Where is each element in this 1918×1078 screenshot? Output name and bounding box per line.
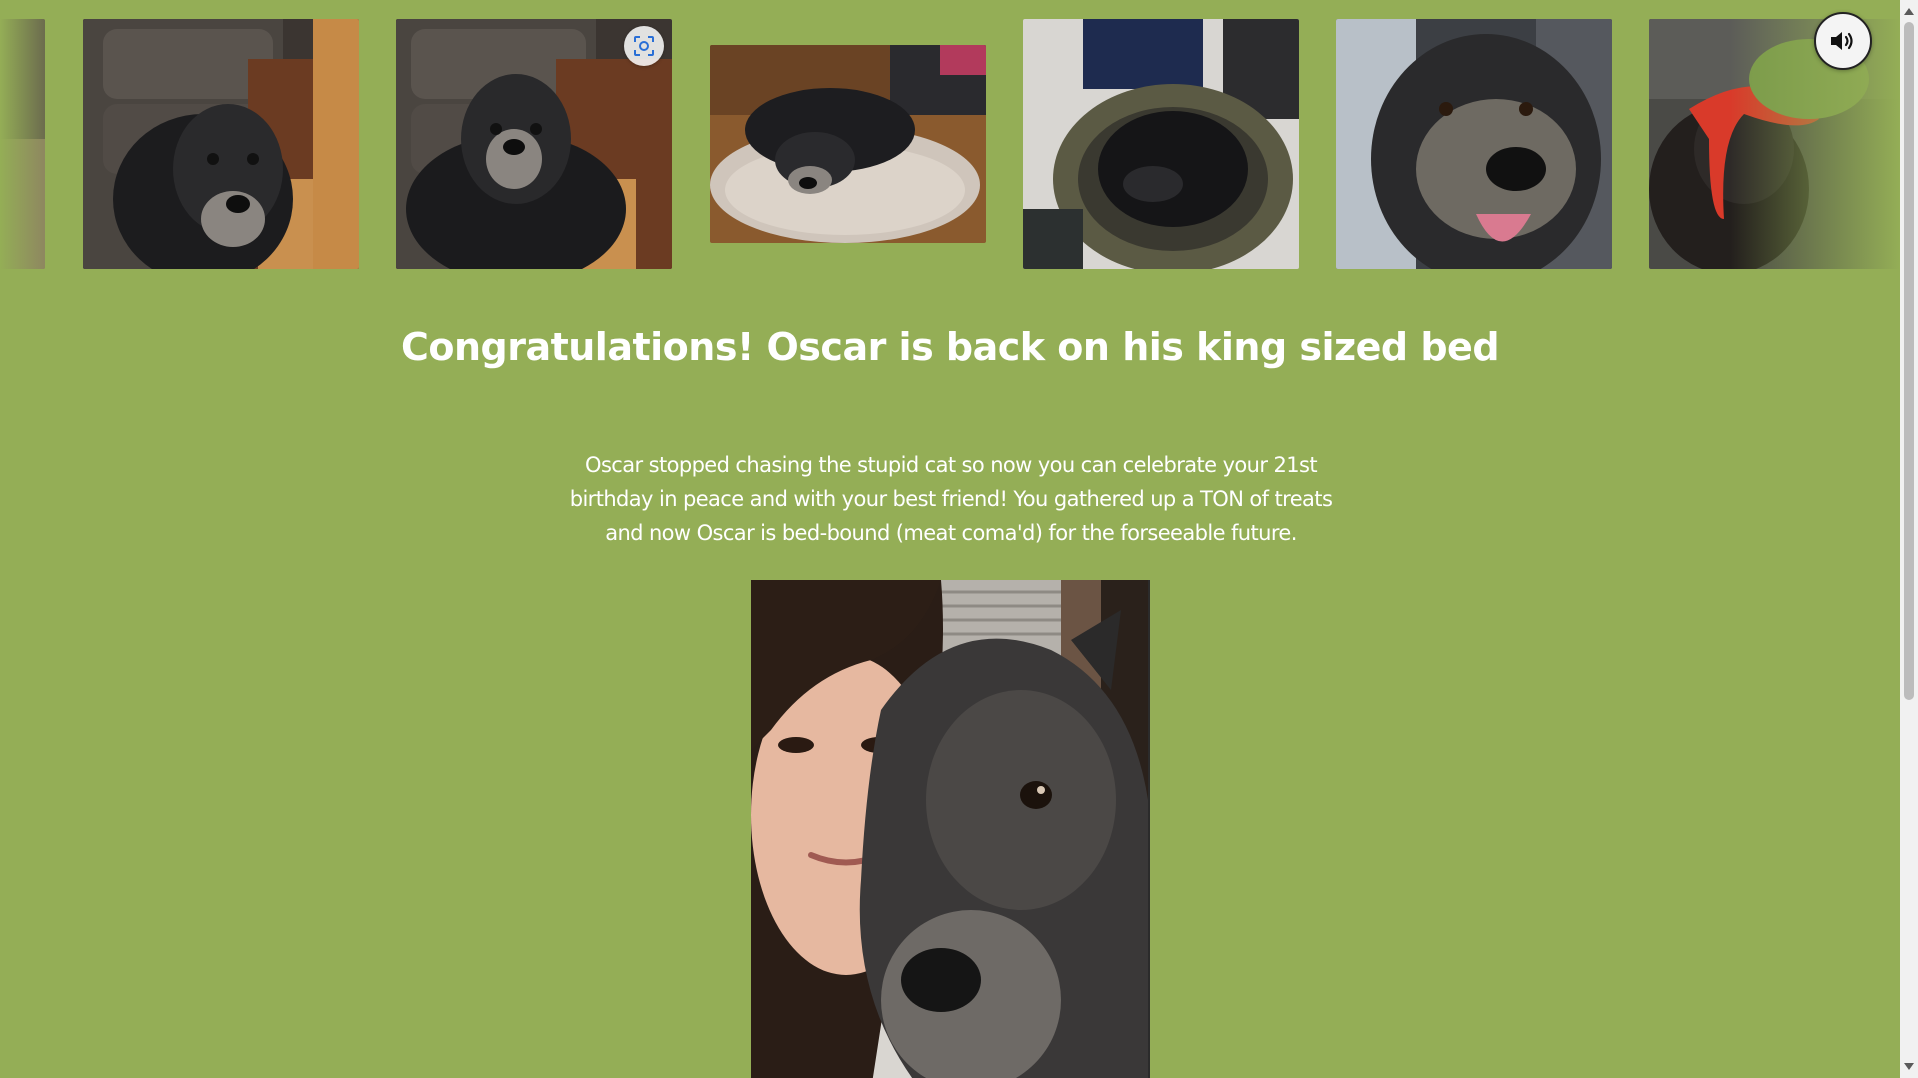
- lens-scan-button[interactable]: [624, 26, 664, 66]
- carousel-photo-dog-by-chair-2[interactable]: [396, 19, 672, 269]
- main-photo-person-with-oscar: [751, 580, 1150, 1078]
- carousel-photo-partial-left[interactable]: [0, 19, 45, 269]
- scroll-down-arrow-icon[interactable]: [1904, 1063, 1914, 1070]
- photo-carousel[interactable]: [0, 0, 1900, 270]
- sound-toggle-button[interactable]: [1814, 12, 1872, 70]
- lens-scan-icon: [634, 36, 654, 56]
- page: Congratulations! Oscar is back on his ki…: [0, 0, 1918, 1078]
- carousel-photo-dog-by-chair-1[interactable]: [83, 19, 359, 269]
- carousel-photo-dog-curled-in-bed[interactable]: [1023, 19, 1299, 269]
- scroll-up-arrow-icon[interactable]: [1904, 8, 1914, 15]
- carousel-photo-dog-on-pet-bed[interactable]: [710, 45, 986, 243]
- page-scrollbar[interactable]: [1900, 0, 1918, 1078]
- birthday-message: Oscar stopped chasing the stupid cat so …: [569, 453, 1333, 545]
- carousel-photo-dog-tongue-out[interactable]: [1336, 19, 1612, 269]
- page-title: Congratulations! Oscar is back on his ki…: [400, 325, 1500, 369]
- scrollbar-thumb[interactable]: [1904, 22, 1914, 700]
- speaker-volume-icon: [1831, 32, 1853, 50]
